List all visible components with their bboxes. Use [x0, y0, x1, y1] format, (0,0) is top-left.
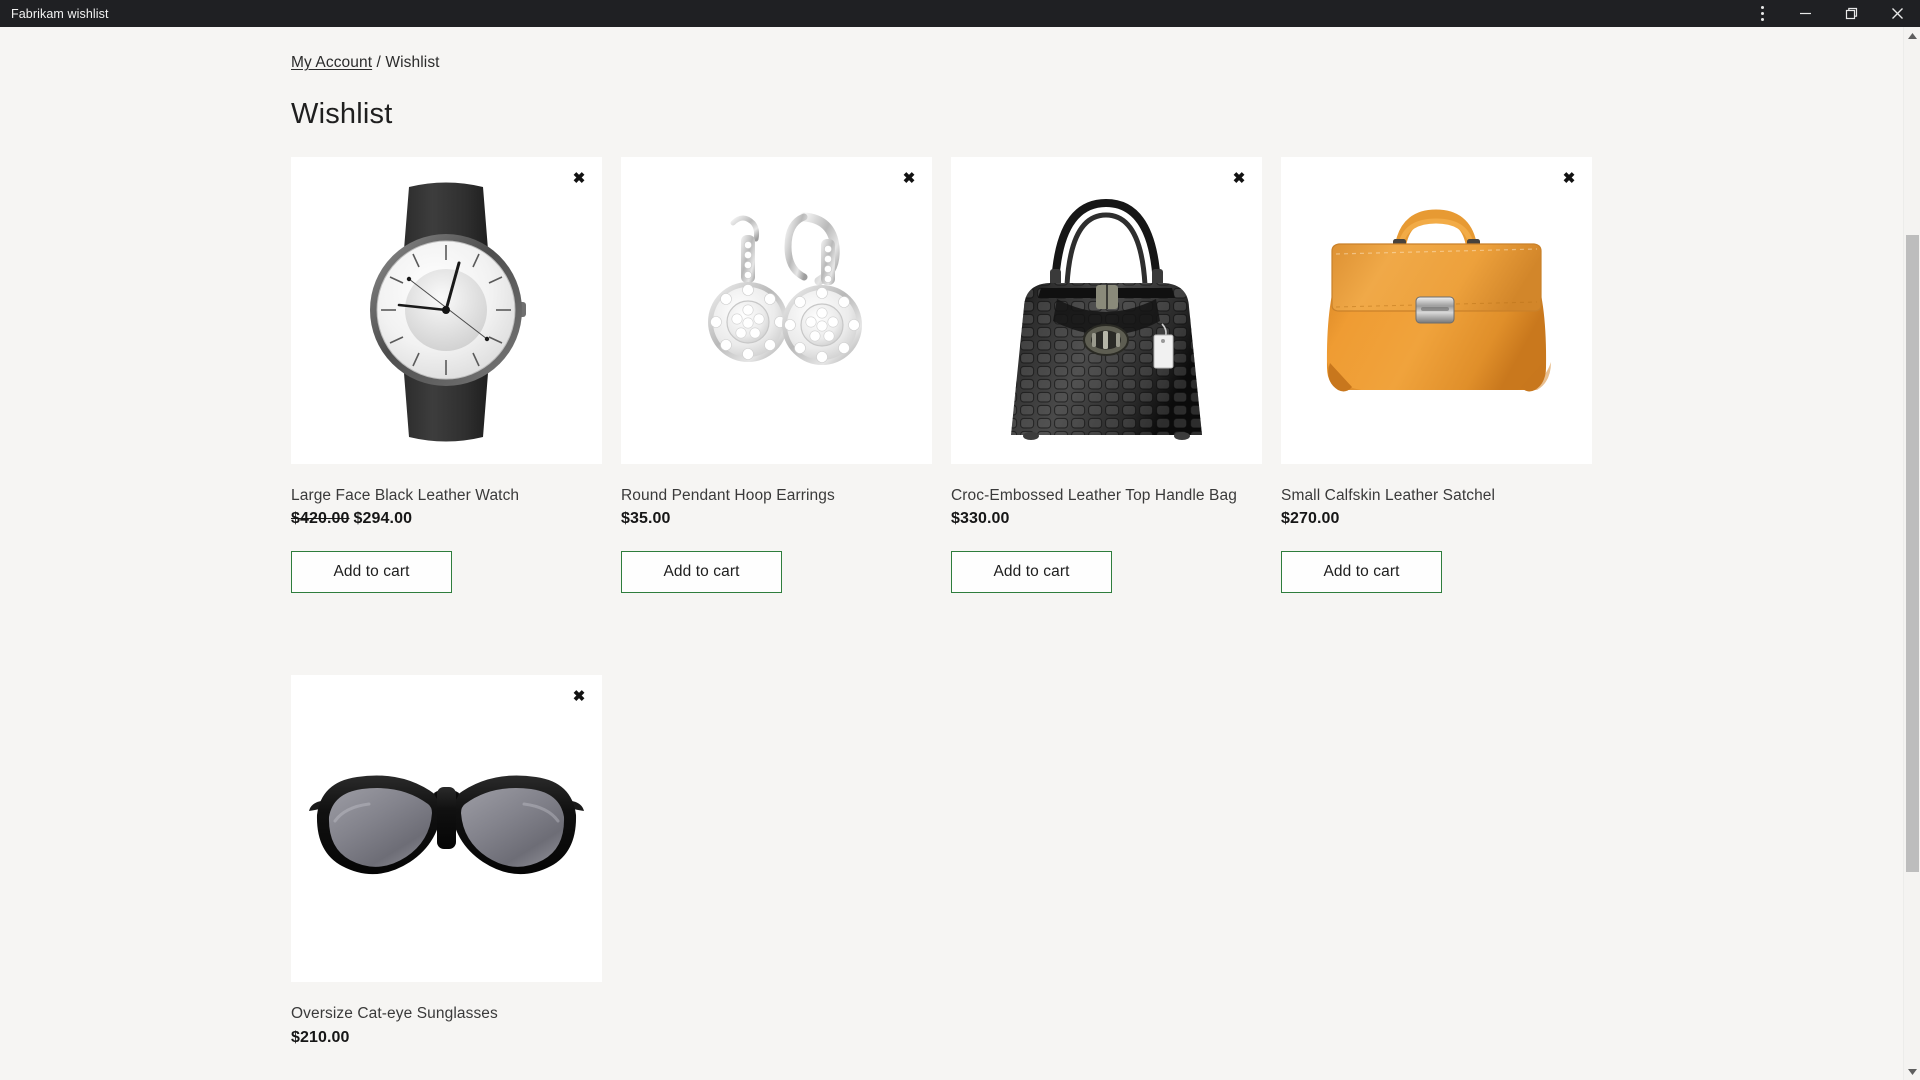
add-to-cart-button[interactable]: Add to cart	[291, 551, 452, 594]
product-title: Large Face Black Leather Watch	[291, 487, 520, 504]
product-image-panel: ✖	[291, 157, 602, 464]
product-price: $210.00	[291, 1029, 602, 1047]
remove-from-wishlist-button[interactable]: ✖	[568, 167, 590, 189]
product-sale-price: $294.00	[353, 510, 413, 528]
wishlist-item-card: ✖ Round Pendant Hoop Earrings $35.00 Add…	[621, 157, 932, 594]
wishlist-item-card: ✖ Oversize Cat-eye Sunglasses $210.00	[291, 675, 602, 1046]
breadcrumb-link-my-account[interactable]: My Account	[291, 54, 372, 71]
wishlist-item-card: ✖ Croc-Embossed Leather Top Handle Bag $…	[951, 157, 1262, 594]
remove-from-wishlist-button[interactable]: ✖	[568, 685, 590, 707]
product-original-price: $420.00	[291, 510, 350, 528]
product-image-panel: ✖	[951, 157, 1262, 464]
cat-eye-sunglasses-image	[291, 675, 602, 983]
restore-icon	[1845, 7, 1857, 20]
breadcrumb-current-wishlist: Wishlist	[385, 54, 440, 71]
more-options-icon[interactable]	[1742, 0, 1782, 27]
product-sale-price: $35.00	[621, 510, 671, 528]
product-sale-price: $210.00	[291, 1028, 350, 1046]
product-image-panel: ✖	[291, 675, 602, 983]
calfskin-satchel-image	[1281, 157, 1592, 464]
window-titlebar: Fabrikam wishlist	[0, 0, 1920, 27]
window-title: Fabrikam wishlist	[11, 6, 109, 21]
product-image-panel: ✖	[621, 157, 932, 464]
maximize-button[interactable]	[1828, 0, 1874, 27]
add-to-cart-button[interactable]: Add to cart	[1281, 551, 1442, 594]
remove-from-wishlist-button[interactable]: ✖	[1228, 167, 1250, 189]
page-viewport: My Account / Wishlist Wishlist ✖ Large F…	[0, 27, 1920, 1080]
product-title: Small Calfskin Leather Satchel	[1281, 487, 1496, 504]
breadcrumb-separator: /	[376, 54, 381, 71]
scroll-down-arrow-icon[interactable]	[1904, 1063, 1920, 1080]
page-title: Wishlist	[291, 98, 393, 130]
close-button[interactable]	[1874, 0, 1920, 27]
wishlist-page: My Account / Wishlist Wishlist ✖ Large F…	[0, 27, 1920, 1047]
scroll-up-arrow-icon[interactable]	[1904, 27, 1920, 44]
breadcrumb: My Account / Wishlist	[291, 54, 1920, 72]
product-sale-price: $330.00	[951, 510, 1010, 528]
wishlist-item-card: ✖ Small Calfskin Leather Satchel $270.00…	[1281, 157, 1592, 594]
croc-embossed-handbag-image	[951, 157, 1262, 464]
product-title: Oversize Cat-eye Sunglasses	[291, 1005, 498, 1023]
pendant-hoop-earrings-image	[621, 157, 932, 464]
black-leather-watch-image	[291, 157, 602, 464]
close-icon	[1891, 8, 1903, 19]
minimize-icon	[1799, 12, 1811, 15]
remove-from-wishlist-button[interactable]: ✖	[1558, 167, 1580, 189]
product-price: $270.00	[1281, 510, 1592, 528]
add-to-cart-button[interactable]: Add to cart	[621, 551, 782, 594]
product-price: $330.00	[951, 510, 1262, 528]
product-sale-price: $270.00	[1281, 510, 1340, 528]
scrollbar-thumb[interactable]	[1906, 235, 1919, 872]
product-title: Croc-Embossed Leather Top Handle Bag	[951, 487, 1237, 504]
product-image-panel: ✖	[1281, 157, 1592, 464]
product-price: $35.00	[621, 510, 932, 528]
add-to-cart-button[interactable]: Add to cart	[951, 551, 1112, 594]
product-price: $420.00 $294.00	[291, 510, 602, 528]
minimize-button[interactable]	[1782, 0, 1828, 27]
vertical-scrollbar[interactable]	[1903, 27, 1920, 1080]
product-title: Round Pendant Hoop Earrings	[621, 487, 835, 504]
wishlist-grid: ✖ Large Face Black Leather Watch $420.00…	[291, 157, 1592, 1047]
wishlist-item-card: ✖ Large Face Black Leather Watch $420.00…	[291, 157, 602, 594]
remove-from-wishlist-button[interactable]: ✖	[898, 167, 920, 189]
vertical-dots-icon	[1760, 6, 1764, 21]
